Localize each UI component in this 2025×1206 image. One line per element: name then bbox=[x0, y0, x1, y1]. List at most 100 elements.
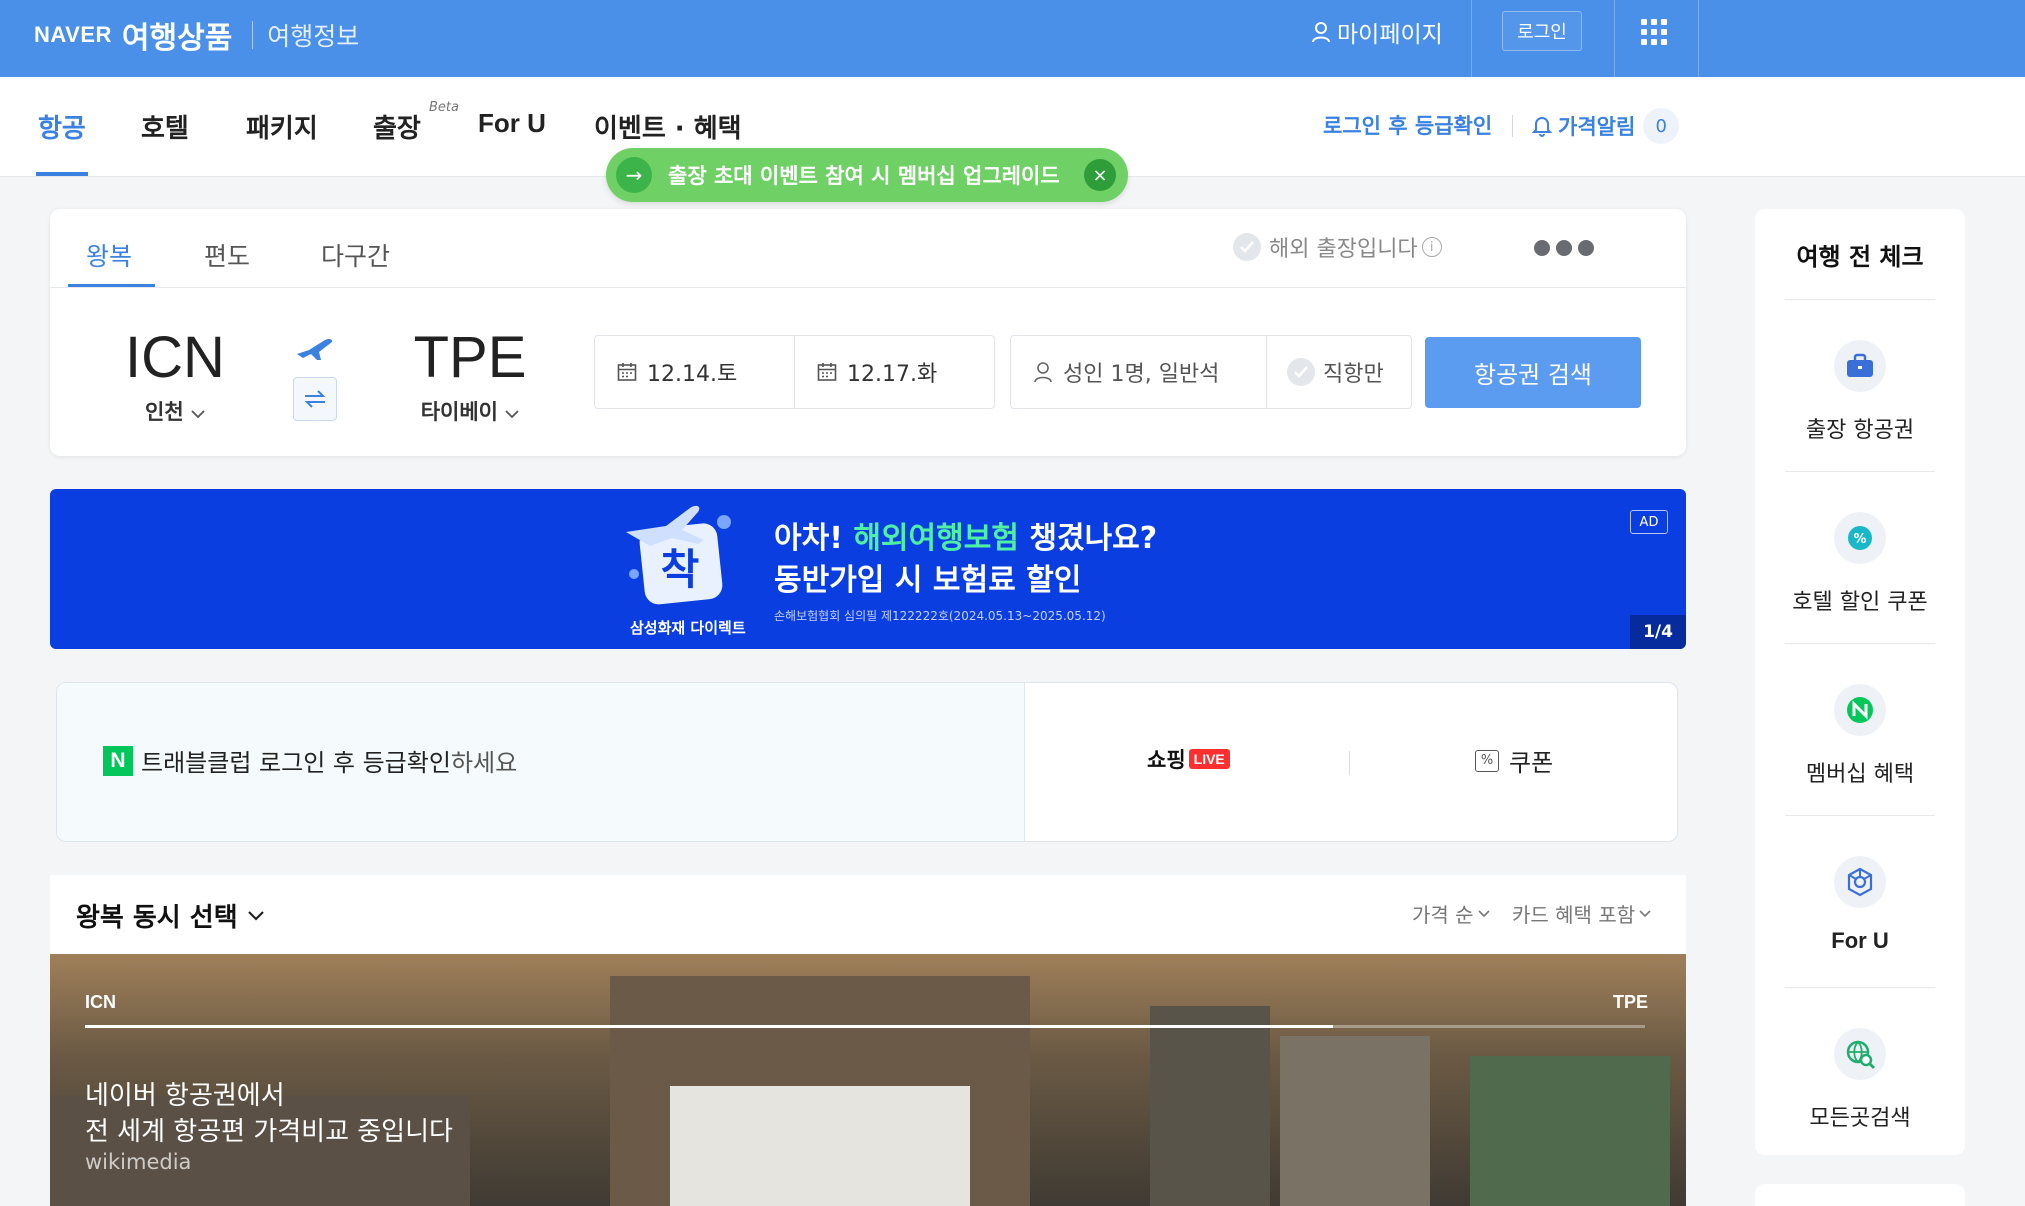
passenger-field[interactable]: 성인 1명, 일반석 직항만 bbox=[1010, 335, 1412, 409]
divider bbox=[1349, 751, 1350, 775]
chevron-down-icon bbox=[247, 910, 264, 921]
sidebar-item-label: 모든곳검색 bbox=[1809, 1106, 1911, 1131]
close-icon[interactable]: × bbox=[1084, 159, 1116, 191]
sidebar-item-label: For U bbox=[1831, 928, 1889, 953]
club-login-text[interactable]: N 트래블클럽 로그인 후 등급확인 하세요 bbox=[103, 743, 517, 778]
tab-package[interactable]: 패키지 bbox=[246, 108, 318, 148]
briefcase-icon bbox=[1834, 340, 1886, 392]
coupon-label: 쿠폰 bbox=[1509, 749, 1554, 777]
sidebar-item-label: 호텔 할인 쿠폰 bbox=[1792, 590, 1928, 615]
bell-icon bbox=[1532, 117, 1552, 137]
tab-hotel[interactable]: 호텔 bbox=[141, 108, 189, 148]
direct-only-checkbox[interactable]: 직항만 bbox=[1287, 336, 1384, 408]
sort-dropdown[interactable]: 가격 순 bbox=[1412, 899, 1490, 928]
tab-round-trip[interactable]: 왕복 bbox=[86, 237, 132, 273]
sidebar-title: 여행 전 체크 bbox=[1796, 243, 1924, 271]
tab-flight[interactable]: 항공 bbox=[38, 108, 86, 148]
ad-company: 삼성화재 다이렉트 bbox=[630, 619, 746, 637]
user-icon bbox=[1312, 22, 1330, 43]
ad-subheadline: 동반가입 시 보험료 할인 bbox=[774, 563, 1082, 598]
divider bbox=[1266, 336, 1267, 408]
origin-name: 인천 bbox=[114, 396, 236, 426]
chevron-down-icon bbox=[505, 410, 519, 419]
divider bbox=[794, 336, 795, 408]
passenger-select[interactable]: 성인 1명, 일반석 bbox=[1033, 336, 1219, 408]
divider bbox=[1698, 0, 1699, 77]
sidebar-item-label: 멤버십 혜택 bbox=[1805, 762, 1915, 787]
live-badge: LIVE bbox=[1188, 749, 1230, 769]
travel-info-link[interactable]: 여행정보 bbox=[267, 17, 359, 53]
beta-badge: Beta bbox=[429, 100, 459, 115]
sidebar-item-for-u[interactable]: For U bbox=[1785, 815, 1935, 987]
coupon-icon: % bbox=[1475, 749, 1499, 772]
date-range-field[interactable]: 12.14.토 12.17.화 bbox=[594, 335, 995, 409]
ad-banner[interactable]: 착 삼성화재 다이렉트 아차! 해외여행보험 챙겼나요? 동반가입 시 보험료 … bbox=[50, 489, 1686, 649]
sidebar-item-business-flight[interactable]: 출장 항공권 bbox=[1785, 299, 1935, 471]
ad-headline: 아차! 해외여행보험 챙겼나요? bbox=[774, 521, 1158, 556]
svg-text:착: 착 bbox=[661, 545, 700, 594]
brand-divider bbox=[252, 21, 254, 49]
service-title[interactable]: 여행상품 bbox=[122, 13, 232, 57]
arrow-right-icon: → bbox=[616, 157, 652, 193]
login-button[interactable]: 로그인 bbox=[1502, 11, 1582, 51]
return-date-value: 12.17.화 bbox=[847, 362, 938, 387]
travel-club-box: N 트래블클럽 로그인 후 등급확인 하세요 쇼핑 LIVE % 쿠폰 bbox=[56, 682, 1678, 842]
business-trip-checkbox[interactable]: 해외 출장입니다 i bbox=[1233, 231, 1442, 263]
chevron-down-icon bbox=[1639, 909, 1651, 917]
destination-airport[interactable]: TPE 타이베이 bbox=[410, 326, 530, 426]
divider bbox=[1614, 0, 1615, 77]
tab-multi-city[interactable]: 다구간 bbox=[321, 237, 390, 273]
pre-travel-sidebar: 여행 전 체크 출장 항공권 % 호텔 할인 쿠폰 멤버십 혜택 For U 모… bbox=[1755, 209, 1965, 1155]
loading-line-2: 전 세계 항공편 가격비교 중입니다 bbox=[85, 1117, 453, 1147]
origin-airport[interactable]: ICN 인천 bbox=[114, 326, 236, 426]
route-origin: ICN bbox=[85, 992, 116, 1012]
price-alert-label: 가격알림 bbox=[1558, 115, 1636, 139]
divider bbox=[1512, 115, 1513, 137]
club-login-label: 트래블클럽 로그인 후 등급확인 bbox=[141, 749, 451, 777]
flight-search-card: 왕복 편도 다구간 해외 출장입니다 i ICN 인천 TPE 타이베이 12.… bbox=[50, 209, 1686, 456]
info-icon[interactable]: i bbox=[1421, 237, 1442, 257]
calendar-icon bbox=[817, 363, 837, 381]
divider bbox=[50, 287, 1686, 288]
svg-text:%: % bbox=[1853, 532, 1866, 547]
tab-for-u[interactable]: For U bbox=[478, 108, 546, 148]
promo-banner[interactable]: → 출장 초대 이벤트 참여 시 멤버십 업그레이드 × bbox=[606, 148, 1128, 202]
depart-date[interactable]: 12.14.토 bbox=[617, 336, 737, 408]
more-icon[interactable] bbox=[1534, 240, 1594, 256]
login-grade-link[interactable]: 로그인 후 등급확인 bbox=[1323, 110, 1492, 140]
tab-business-trip[interactable]: 출장 Beta bbox=[373, 100, 459, 148]
round-trip-select-dropdown[interactable]: 왕복 동시 선택 bbox=[76, 897, 264, 934]
brand-logo[interactable]: NAVER 여행상품 여행정보 bbox=[34, 10, 359, 60]
mypage-link[interactable]: 마이페이지 bbox=[1311, 14, 1443, 50]
destination-code: TPE bbox=[413, 325, 527, 390]
club-login-panel[interactable]: N 트래블클럽 로그인 후 등급확인 하세요 bbox=[57, 683, 1025, 841]
sidebar-item-membership[interactable]: 멤버십 혜택 bbox=[1785, 643, 1935, 815]
sidebar-item-hotel-coupon[interactable]: % 호텔 할인 쿠폰 bbox=[1785, 471, 1935, 643]
shopping-live-link[interactable]: 쇼핑 LIVE bbox=[1147, 744, 1230, 774]
search-flights-button[interactable]: 항공권 검색 bbox=[1425, 337, 1641, 408]
sidebar-item-global-search[interactable]: 모든곳검색 bbox=[1785, 987, 1935, 1159]
business-trip-label: 해외 출장입니다 bbox=[1269, 237, 1418, 262]
return-date[interactable]: 12.17.화 bbox=[817, 336, 937, 408]
tab-events[interactable]: 이벤트 · 혜택 bbox=[594, 108, 742, 148]
price-alert-button[interactable]: 가격알림 0 bbox=[1532, 108, 1680, 144]
sort-label: 가격 순 bbox=[1412, 903, 1474, 927]
ad-label: AD bbox=[1630, 510, 1668, 534]
building-shape bbox=[1470, 1056, 1670, 1206]
coupon-link[interactable]: % 쿠폰 bbox=[1475, 743, 1553, 778]
depart-date-value: 12.14.토 bbox=[647, 362, 738, 387]
ad-page-counter: 1/4 bbox=[1630, 615, 1686, 649]
apps-grid-icon[interactable] bbox=[1641, 19, 1667, 45]
naver-logo[interactable]: NAVER bbox=[34, 22, 112, 48]
promo-text: 출장 초대 이벤트 참여 시 멤버십 업그레이드 bbox=[668, 164, 1060, 188]
calendar-icon bbox=[617, 363, 637, 381]
tab-one-way[interactable]: 편도 bbox=[204, 237, 250, 273]
memorial-hall-shape bbox=[670, 1086, 970, 1206]
swap-airports-button[interactable] bbox=[293, 377, 337, 421]
results-title: 왕복 동시 선택 bbox=[76, 903, 238, 933]
divider bbox=[1471, 0, 1472, 77]
top-bar: NAVER 여행상품 여행정보 마이페이지 로그인 bbox=[0, 0, 2025, 77]
card-benefit-dropdown[interactable]: 카드 혜택 포함 bbox=[1512, 899, 1651, 928]
insurance-logo: 착 bbox=[626, 505, 731, 605]
club-login-suffix: 하세요 bbox=[450, 749, 518, 777]
